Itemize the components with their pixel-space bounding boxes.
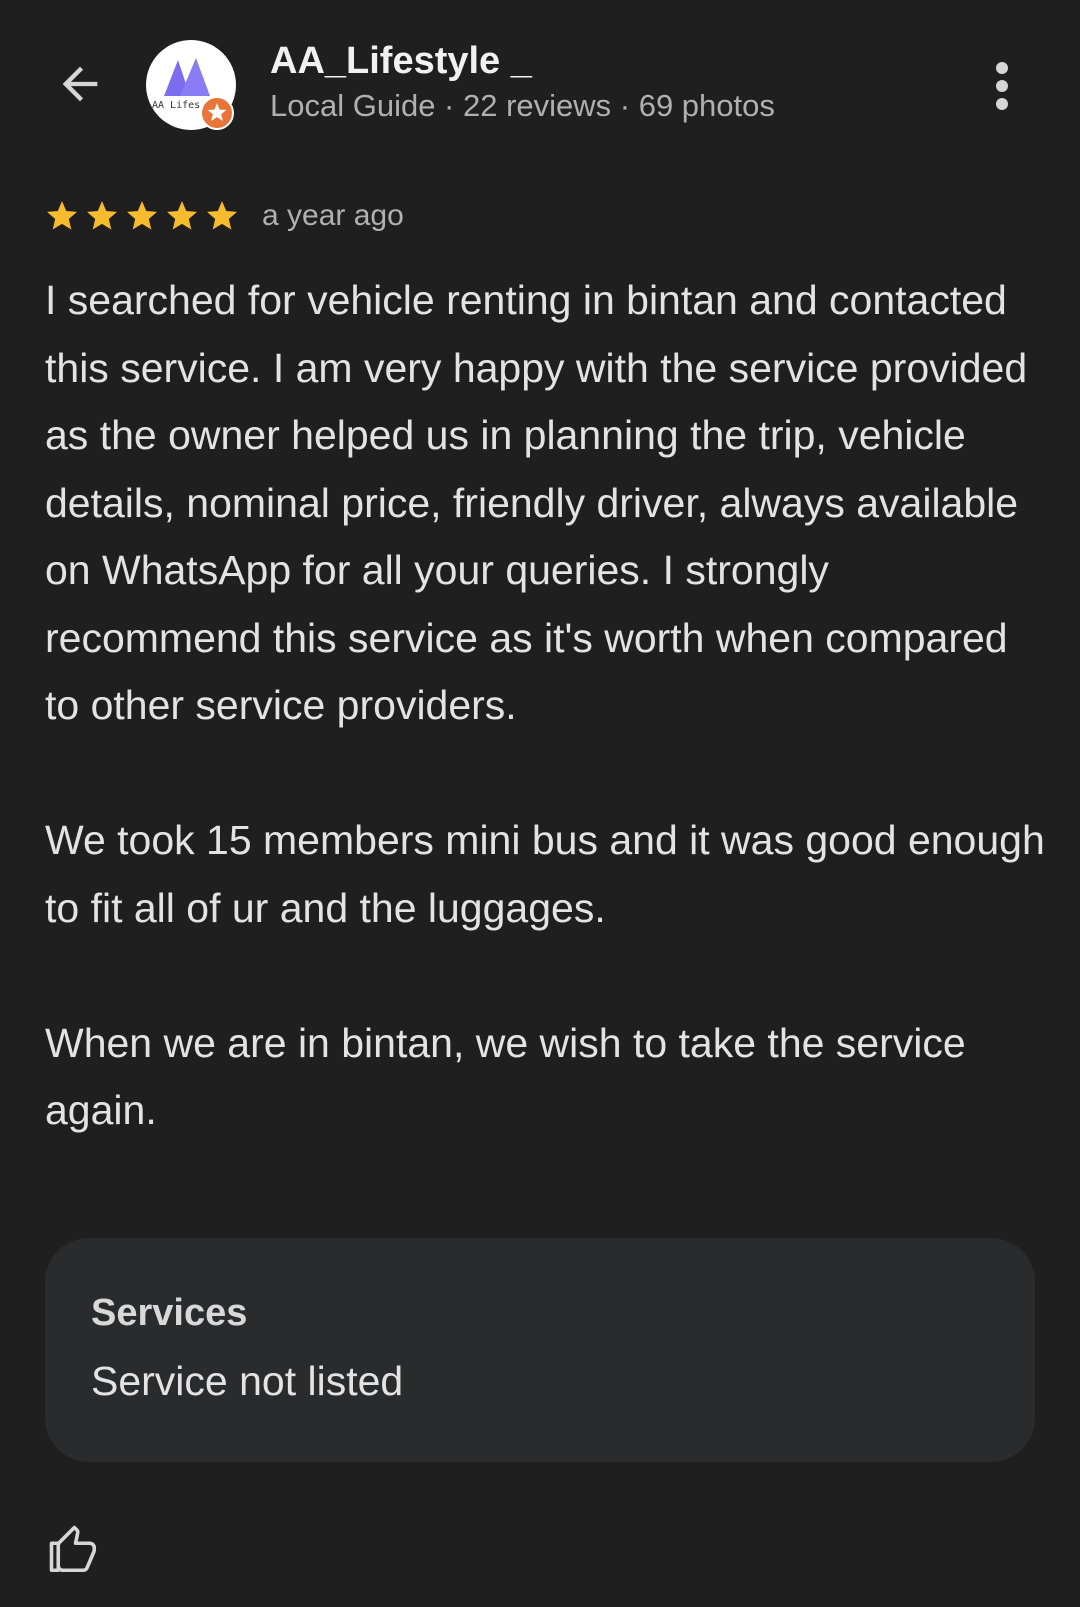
services-title: Services	[91, 1292, 248, 1334]
review-header: AA Lifes AA_Lifestyle _ Local Guide · 22…	[0, 0, 1080, 170]
more-options-button[interactable]	[980, 56, 1024, 116]
review-paragraph: I searched for vehicle renting in bintan…	[45, 277, 1028, 728]
avatar[interactable]: AA Lifes	[146, 40, 236, 130]
review-body: I searched for vehicle renting in bintan…	[45, 267, 1045, 1145]
review-paragraph: When we are in bintan, we wish to take t…	[45, 1019, 966, 1134]
reviewer-meta: Local Guide · 22 reviews · 69 photos	[270, 88, 775, 123]
review-paragraph: We took 15 members mini bus and it was g…	[45, 817, 1045, 931]
avatar-logo-text: AA Lifes	[152, 100, 201, 111]
star-icon	[47, 201, 77, 230]
more-vert-icon	[996, 62, 1008, 110]
star-icon	[87, 201, 117, 230]
reviewer-name[interactable]: AA_Lifestyle _	[270, 40, 532, 83]
arrow-back-icon	[62, 66, 98, 102]
services-card: Services Service not listed	[45, 1238, 1035, 1462]
star-icon	[207, 201, 237, 230]
back-button[interactable]	[48, 52, 112, 116]
thumb-up-icon	[49, 1525, 97, 1573]
rating-row: a year ago	[44, 194, 404, 238]
like-button[interactable]	[44, 1520, 104, 1580]
star-icon	[167, 201, 197, 230]
star-icon	[127, 201, 157, 230]
local-guide-star-icon	[200, 96, 234, 130]
review-time: a year ago	[262, 199, 404, 232]
services-value: Service not listed	[91, 1358, 404, 1404]
star-rating	[44, 198, 240, 234]
